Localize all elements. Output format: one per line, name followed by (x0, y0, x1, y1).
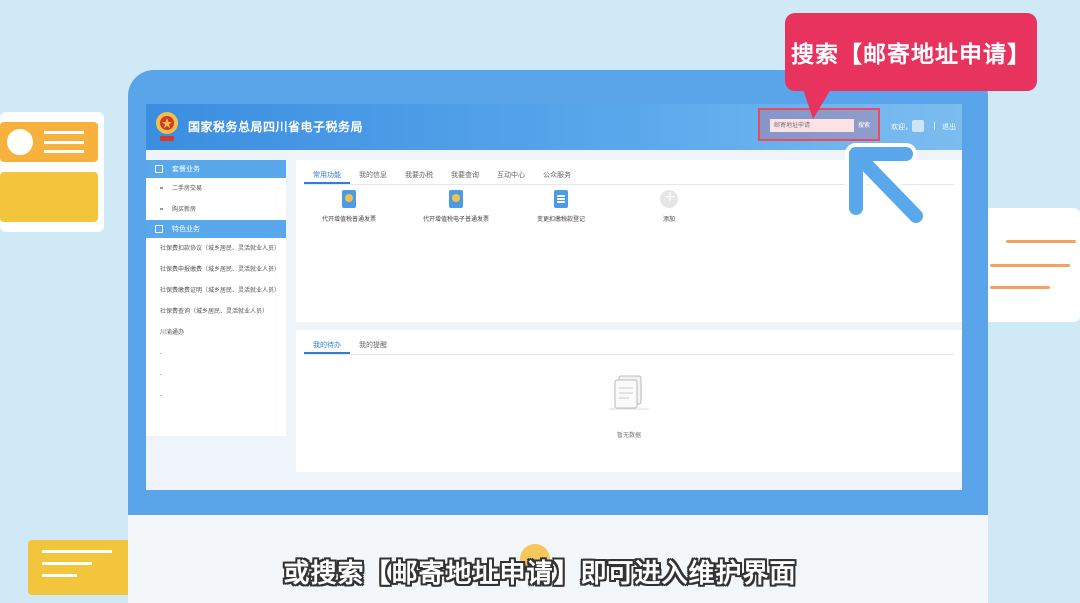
sidebar-item-second-hand-house[interactable]: 二手房交易 (146, 178, 286, 199)
pointer-arrow-icon (845, 143, 927, 227)
search-callout: 搜索【邮寄地址申请】 (785, 13, 1037, 119)
sidebar-item-social-query[interactable]: 社保费查询（城乡居民、灵活就业人员） (146, 301, 286, 322)
grid-icon (155, 225, 163, 233)
tab-public[interactable]: 公众服务 (534, 168, 580, 184)
func-add[interactable]: 添加 (619, 189, 719, 223)
tax-emblem-icon (156, 112, 178, 141)
sidebar-item-chuanyu[interactable]: 川渝通办 (146, 322, 286, 343)
subtitle-caption: 或搜索【邮寄地址申请】即可进入维护界面 (283, 559, 797, 589)
avatar[interactable] (912, 120, 924, 132)
func-vat-e-invoice[interactable]: 代开增值税电子普通发票 (406, 190, 506, 223)
page-title: 国家税务总局四川省电子税务局 (188, 120, 364, 134)
decorative-bar (0, 172, 98, 222)
sidebar-section-label: 套餐业务 (172, 165, 200, 173)
sidebar-item-social-agreement[interactable]: 社保费扣款协议（城乡居民、灵活就业人员） (146, 238, 286, 259)
sidebar: 套餐业务 二手房交易 购买新房 特色业务 社保费扣款协议（城乡居民、灵活就业人员… (146, 160, 286, 436)
panel-tabs: 常用功能 我的信息 我要办税 我要查询 互动中心 公众服务 (304, 168, 580, 184)
tab-todo[interactable]: 我的待办 (304, 338, 350, 354)
document-icon (554, 190, 568, 208)
func-change-withholding[interactable]: 变更扣缴税款登记 (511, 190, 611, 223)
decorative-circle (4, 126, 36, 158)
panel-tabs: 我的待办 我的提醒 (304, 338, 396, 354)
tab-query[interactable]: 我要查询 (442, 168, 488, 184)
logout-link[interactable]: 退出 (942, 122, 956, 132)
search-input[interactable] (770, 119, 854, 132)
tab-interaction[interactable]: 互动中心 (488, 168, 534, 184)
tab-tax[interactable]: 我要办税 (396, 168, 442, 184)
package-icon (155, 165, 163, 173)
sidebar-item-placeholder[interactable]: - (146, 343, 286, 364)
empty-data-text: 暂无数据 (616, 432, 641, 439)
sidebar-section-label: 特色业务 (172, 225, 200, 233)
welcome-text: 欢迎， (891, 123, 912, 131)
tab-my-info[interactable]: 我的信息 (350, 168, 396, 184)
sidebar-item-social-declare[interactable]: 社保费申报缴费（城乡居民、灵活就业人员） (146, 259, 286, 280)
func-vat-invoice[interactable]: 代开增值税普通发票 (299, 190, 399, 223)
tab-divider (304, 354, 954, 355)
sidebar-item-placeholder[interactable]: - (146, 364, 286, 385)
sidebar-item-placeholder[interactable]: - (146, 385, 286, 406)
shield-doc-icon (342, 190, 356, 208)
callout-text: 搜索【邮寄地址申请】 (791, 42, 1031, 68)
decorative-card-left (0, 112, 104, 232)
decorative-card-right (978, 208, 1080, 322)
header-separator: | (933, 121, 936, 130)
sidebar-item-new-house[interactable]: 购买新房 (146, 199, 286, 220)
sidebar-section-package[interactable]: 套餐业务 (146, 160, 286, 178)
add-icon (660, 189, 678, 208)
search-button[interactable]: 搜索 (858, 120, 870, 129)
tab-reminder[interactable]: 我的提醒 (350, 338, 396, 354)
sidebar-item-social-proof[interactable]: 社保费缴费证明（城乡居民、灵活就业人员） (146, 280, 286, 301)
empty-data-icon (609, 375, 649, 410)
shield-doc-icon (449, 190, 463, 208)
tab-common[interactable]: 常用功能 (304, 168, 350, 184)
todo-panel: 我的待办 我的提醒 暂无数据 (296, 330, 962, 472)
sidebar-section-special[interactable]: 特色业务 (146, 220, 286, 238)
